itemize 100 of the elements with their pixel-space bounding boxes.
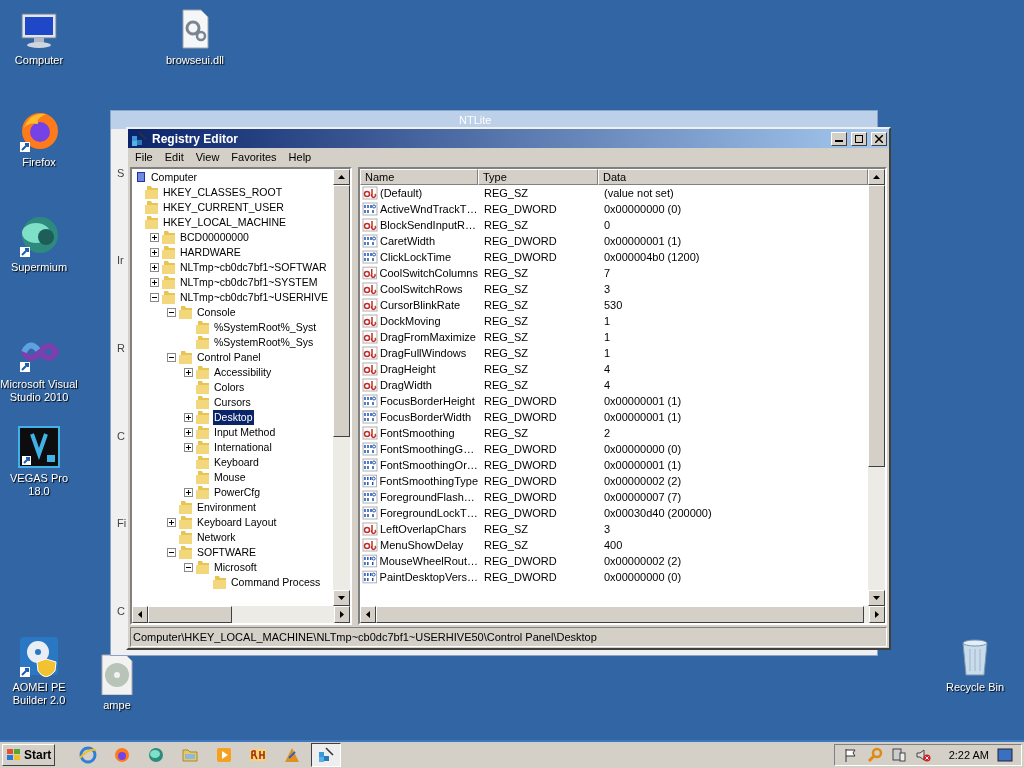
value-data: 4 [603,377,612,393]
tree-item[interactable]: Keyboard Layout [196,514,278,531]
value-data: 0x00000001 (1) [603,457,683,473]
value-name[interactable]: CoolSwitchRows [380,280,463,298]
tree-item[interactable]: Keyboard [213,454,260,471]
tree-item[interactable]: Cursors [213,394,252,411]
tree-item[interactable]: Computer [150,169,199,186]
value-name[interactable]: BlockSendInputR… [380,216,476,234]
value-name[interactable]: CaretWidth [380,232,436,250]
tree-item[interactable]: %SystemRoot%_Syst [213,319,318,336]
value-name[interactable]: FontSmoothing [380,424,455,442]
value-name[interactable]: MouseWheelRout… [379,552,478,570]
desktop-icon-label[interactable]: ampe [103,699,131,712]
value-type: REG_SZ [483,185,529,201]
desktop-icon-label[interactable]: VEGAS Pro 18.0 [0,472,78,498]
tree-item[interactable]: Input Method [213,424,277,441]
desktop-icon-label[interactable]: Firefox [22,156,56,169]
value-name[interactable]: DragHeight [380,360,436,378]
tree-item[interactable]: Microsoft [213,559,258,576]
tree-item[interactable]: Desktop [213,409,254,426]
value-type: REG_SZ [483,425,529,441]
tree-item[interactable]: Console [196,304,237,321]
desktop-icon-label[interactable]: Supermium [10,261,68,274]
status-path: Computer\HKEY_LOCAL_MACHINE\NLTmp~cb0dc7bf1~USERHIVE50\Control Panel\Desktop [133,629,597,645]
tree-item[interactable]: Control Panel [196,349,262,366]
desktop-icon-label[interactable]: Computer [14,54,64,67]
value-name[interactable]: DragWidth [380,376,432,394]
desktop-icon-label[interactable]: Microsoft Visual Studio 2010 [0,378,78,404]
sidebar-label: S [117,165,125,181]
value-type: REG_SZ [483,265,529,281]
value-name[interactable]: FocusBorderHeight [380,392,475,410]
tree-item[interactable]: Environment [196,499,257,516]
value-name[interactable]: ClickLockTime [380,248,452,266]
clock[interactable]: 2:22 AM [948,746,989,764]
tree-item[interactable]: NLTmp~cb0dc7bf1~USERHIVE [179,289,330,306]
value-name[interactable]: FontSmoothingOr… [380,456,478,474]
value-type: REG_DWORD [483,569,558,585]
value-name[interactable]: LeftOverlapChars [380,520,467,538]
value-data: 0x00000002 (2) [603,473,683,489]
tree-item[interactable]: HKEY_CLASSES_ROOT [162,184,284,201]
value-name[interactable]: (Default) [380,184,423,202]
menu-item[interactable]: View [190,149,225,166]
tree-item[interactable]: Command Process [230,574,322,591]
value-data: 3 [603,521,612,537]
tree-item[interactable]: NLTmp~cb0dc7bf1~SYSTEM [179,274,319,291]
tree-item[interactable]: Network [196,529,237,546]
value-name[interactable]: CursorBlinkRate [380,296,461,314]
desktop-icon-label[interactable]: browseui.dll [165,54,225,67]
menu-item[interactable]: Help [283,149,317,166]
tree-item[interactable]: HKEY_LOCAL_MACHINE [162,214,288,231]
tree-item[interactable]: SOFTWARE [196,544,258,561]
value-name[interactable]: DockMoving [380,312,441,330]
value-name[interactable]: FocusBorderWidth [380,408,472,426]
value-type: REG_SZ [483,297,529,313]
value-data: 2 [603,425,612,441]
tree-item[interactable]: HKEY_CURRENT_USER [162,199,285,216]
window-title: NTLite [459,112,492,128]
menu-item[interactable]: File [130,149,158,166]
tree-item[interactable]: PowerCfg [213,484,262,501]
value-name[interactable]: PaintDesktopVers… [379,568,478,586]
value-name[interactable]: DragFullWindows [380,344,467,362]
value-data: 7 [603,265,612,281]
value-data: 0x00000002 (2) [603,553,683,569]
value-name[interactable]: ForegroundFlash… [380,488,475,506]
value-name[interactable]: FontSmoothingType [379,472,478,490]
value-type: REG_SZ [483,361,529,377]
tree-item[interactable]: %SystemRoot%_Sys [213,334,315,351]
value-type: REG_DWORD [483,233,558,249]
column-header[interactable]: Data [598,169,868,185]
value-name[interactable]: ActiveWndTrackT… [380,200,478,218]
tree-item[interactable]: Colors [213,379,246,396]
sidebar-label: Ir [117,253,124,269]
tree-item[interactable]: International [213,439,273,456]
desktop-icon-label[interactable]: AOMEI PE Builder 2.0 [0,681,78,707]
value-data: 4 [603,361,612,377]
tree-item[interactable]: Mouse [213,469,247,486]
sidebar-label: C [117,428,125,444]
value-type: REG_SZ [483,217,529,233]
value-name[interactable]: CoolSwitchColumns [379,264,478,282]
value-type: REG_SZ [483,377,529,393]
value-data: 0 [603,217,612,233]
tree-item[interactable]: BCD00000000 [179,229,250,246]
value-name[interactable]: DragFromMaximize [380,328,476,346]
value-type: REG_SZ [483,537,529,553]
column-header[interactable]: Name [360,169,478,185]
value-name[interactable]: MenuShowDelay [380,536,464,554]
value-data: 530 [603,297,624,313]
start-button[interactable]: Start [2,744,56,766]
menu-item[interactable]: Favorites [226,149,282,166]
value-name[interactable]: FontSmoothingG… [380,440,475,458]
tree-item[interactable]: Accessibility [213,364,273,381]
value-type: REG_DWORD [483,393,558,409]
desktop-icon-label[interactable]: Recycle Bin [945,681,1005,694]
sidebar-label: C [117,603,125,619]
tree-item[interactable]: NLTmp~cb0dc7bf1~SOFTWAR [179,259,328,276]
value-name[interactable]: ForegroundLockT… [380,504,478,522]
value-data: (value not set) [603,185,675,201]
column-header[interactable]: Type [478,169,598,185]
menu-item[interactable]: Edit [159,149,189,166]
tree-item[interactable]: HARDWARE [179,244,242,261]
